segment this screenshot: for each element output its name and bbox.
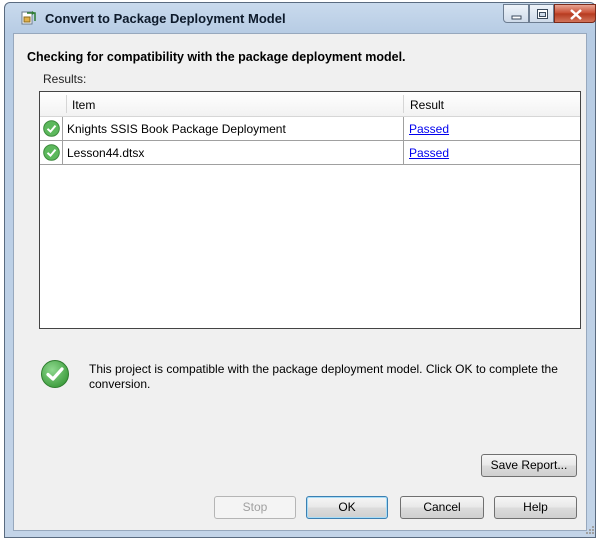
- maximize-button[interactable]: [529, 4, 554, 23]
- table-row[interactable]: Lesson44.dtsx Passed: [40, 141, 580, 165]
- cell-separator: [403, 117, 404, 141]
- stop-button[interactable]: Stop: [214, 496, 296, 519]
- row-item-name: Lesson44.dtsx: [67, 146, 145, 160]
- save-report-button[interactable]: Save Report...: [481, 454, 577, 477]
- column-header-item[interactable]: Item: [72, 98, 95, 112]
- cancel-button[interactable]: Cancel: [400, 496, 484, 519]
- resize-grip-icon[interactable]: [584, 524, 596, 536]
- cell-separator: [62, 117, 63, 141]
- status-message: This project is compatible with the pack…: [89, 362, 558, 391]
- table-row[interactable]: Knights SSIS Book Package Deployment Pas…: [40, 117, 580, 141]
- help-button[interactable]: Help: [494, 496, 577, 519]
- package-convert-icon: [21, 10, 37, 26]
- column-header-result[interactable]: Result: [410, 98, 444, 112]
- check-success-icon: [40, 359, 70, 389]
- results-grid[interactable]: Item Result Knights SSIS Book Package De…: [39, 91, 581, 329]
- minimize-button[interactable]: [503, 4, 529, 23]
- result-link[interactable]: Passed: [409, 122, 449, 136]
- result-link[interactable]: Passed: [409, 146, 449, 160]
- ok-button[interactable]: OK: [306, 496, 388, 519]
- grid-header: Item Result: [40, 92, 580, 117]
- title-bar[interactable]: Convert to Package Deployment Model: [5, 3, 596, 33]
- dialog-heading: Checking for compatibility with the pack…: [27, 50, 406, 64]
- cell-separator: [62, 141, 63, 165]
- column-separator[interactable]: [66, 95, 67, 113]
- cell-separator: [403, 141, 404, 165]
- close-button[interactable]: [554, 4, 596, 23]
- results-label: Results:: [43, 72, 87, 86]
- column-separator[interactable]: [403, 95, 404, 113]
- window-title: Convert to Package Deployment Model: [45, 11, 286, 26]
- close-icon: [570, 9, 582, 20]
- row-item-name: Knights SSIS Book Package Deployment: [67, 122, 286, 136]
- maximize-icon: [537, 9, 548, 19]
- minimize-icon: [511, 15, 522, 20]
- check-success-icon: [43, 120, 60, 137]
- check-success-icon: [43, 144, 60, 161]
